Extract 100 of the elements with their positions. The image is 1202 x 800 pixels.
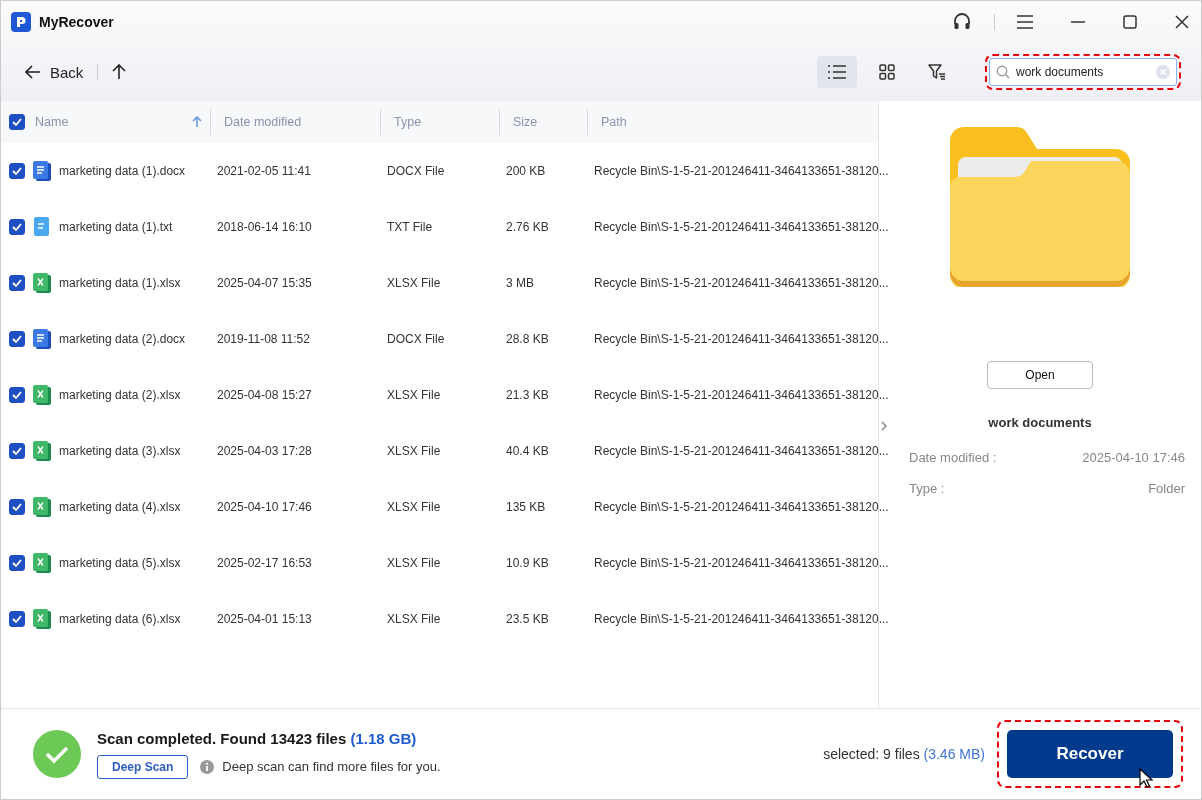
date-cell: 2025-04-03 17:28 bbox=[217, 444, 312, 458]
open-button[interactable]: Open bbox=[987, 361, 1093, 389]
detail-value: 2025-04-10 17:46 bbox=[1082, 450, 1185, 465]
type-cell: XLSX File bbox=[387, 444, 441, 458]
type-cell: DOCX File bbox=[387, 332, 445, 346]
date-cell: 2025-04-01 15:13 bbox=[217, 612, 312, 626]
view-toggle-button[interactable] bbox=[817, 56, 857, 88]
window-title: MyRecover bbox=[39, 14, 114, 30]
row-checkbox[interactable] bbox=[9, 499, 25, 515]
headset-icon[interactable] bbox=[952, 12, 972, 32]
chevron-right-icon[interactable] bbox=[881, 421, 887, 431]
arrow-left-icon bbox=[25, 65, 41, 79]
maximize-icon[interactable] bbox=[1123, 15, 1137, 29]
type-cell: XLSX File bbox=[387, 388, 441, 402]
folder-name: work documents bbox=[988, 415, 1092, 430]
date-cell: 2021-02-05 11:41 bbox=[217, 164, 311, 178]
path-cell: Recycle Bin\S-1-5-21-201246411-3464133651-38120... bbox=[594, 388, 889, 402]
file-name: marketing data (1).docx bbox=[59, 164, 186, 178]
checkmark-icon bbox=[12, 279, 22, 287]
close-icon[interactable] bbox=[1175, 15, 1189, 29]
row-checkbox[interactable] bbox=[9, 555, 25, 571]
size-cell: 21.3 KB bbox=[506, 388, 549, 402]
app-logo-icon bbox=[11, 12, 31, 32]
date-cell: 2025-04-07 15:35 bbox=[217, 276, 312, 290]
filter-icon bbox=[928, 64, 946, 80]
row-checkbox[interactable] bbox=[9, 387, 25, 403]
path-cell: Recycle Bin\S-1-5-21-201246411-3464133651-38120... bbox=[594, 332, 889, 346]
detail-label: Date modified : bbox=[909, 450, 997, 465]
date-cell: 2025-04-08 15:27 bbox=[217, 388, 312, 402]
list-icon bbox=[828, 65, 846, 79]
path-cell: Recycle Bin\S-1-5-21-201246411-3464133651-38120... bbox=[594, 276, 889, 290]
type-cell: XLSX File bbox=[387, 556, 441, 570]
path-cell: Recycle Bin\S-1-5-21-201246411-3464133651-38120... bbox=[594, 164, 889, 178]
type-cell: XLSX File bbox=[387, 276, 441, 290]
detail-value: Folder bbox=[1148, 481, 1185, 496]
file-name: marketing data (1).txt bbox=[59, 220, 173, 234]
row-checkbox[interactable] bbox=[9, 331, 25, 347]
file-name: marketing data (3).xlsx bbox=[59, 444, 181, 458]
checkmark-icon bbox=[12, 615, 22, 623]
type-cell: TXT File bbox=[387, 220, 433, 234]
size-cell: 23.5 KB bbox=[506, 612, 549, 626]
file-name: marketing data (2).xlsx bbox=[59, 388, 181, 402]
date-cell: 2019-11-08 11:52 bbox=[217, 332, 310, 346]
row-checkbox[interactable] bbox=[9, 275, 25, 291]
path-cell: Recycle Bin\S-1-5-21-201246411-3464133651-38120... bbox=[594, 612, 889, 626]
checkmark-icon bbox=[12, 391, 22, 399]
search-field[interactable]: work documents bbox=[989, 58, 1177, 86]
row-checkbox[interactable] bbox=[9, 219, 25, 235]
file-name: marketing data (6).xlsx bbox=[59, 612, 181, 626]
checkmark-icon bbox=[12, 447, 22, 455]
path-cell: Recycle Bin\S-1-5-21-201246411-3464133651-38120... bbox=[594, 220, 889, 234]
date-cell: 2018-06-14 16:10 bbox=[217, 220, 312, 234]
path-cell: Recycle Bin\S-1-5-21-201246411-3464133651-38120... bbox=[594, 556, 889, 570]
row-checkbox[interactable] bbox=[9, 611, 25, 627]
search-icon bbox=[996, 65, 1010, 79]
path-cell: Recycle Bin\S-1-5-21-201246411-3464133651-38120... bbox=[594, 500, 889, 514]
file-name: marketing data (4).xlsx bbox=[59, 500, 181, 514]
file-name: marketing data (2).docx bbox=[59, 332, 186, 346]
checkmark-icon bbox=[12, 167, 22, 175]
select-all-checkbox[interactable] bbox=[9, 114, 25, 130]
type-cell: DOCX File bbox=[387, 164, 445, 178]
size-cell: 2.76 KB bbox=[506, 220, 549, 234]
info-icon bbox=[200, 759, 215, 774]
selected-count: selected: 9 files (3.46 MB) bbox=[823, 746, 985, 762]
column-header[interactable]: Date modified bbox=[224, 115, 302, 129]
scan-status-text: Scan completed. Found 13423 files (1.18 GB) bbox=[97, 729, 418, 747]
column-header[interactable]: Type bbox=[394, 115, 422, 129]
checkmark-icon bbox=[12, 335, 22, 343]
deep-scan-button[interactable]: Deep Scan bbox=[97, 754, 189, 779]
date-cell: 2025-04-10 17:46 bbox=[217, 500, 312, 514]
grid-icon bbox=[879, 64, 895, 80]
recover-button[interactable]: Recover bbox=[1007, 730, 1173, 778]
type-cell: XLSX File bbox=[387, 612, 441, 626]
size-cell: 10.9 KB bbox=[506, 556, 549, 570]
checkmark-icon bbox=[12, 559, 22, 567]
row-checkbox[interactable] bbox=[9, 443, 25, 459]
checkmark-icon bbox=[12, 118, 22, 126]
size-cell: 40.4 KB bbox=[506, 444, 549, 458]
hint-text: Deep scan can find more files for you. bbox=[222, 759, 441, 774]
row-checkbox[interactable] bbox=[9, 163, 25, 179]
path-cell: Recycle Bin\S-1-5-21-201246411-3464133651-38120... bbox=[594, 444, 889, 458]
file-name: marketing data (1).xlsx bbox=[59, 276, 181, 290]
size-cell: 3 MB bbox=[506, 276, 534, 290]
detail-label: Type : bbox=[909, 481, 945, 496]
checkmark-icon bbox=[12, 503, 22, 511]
sort-arrow-icon[interactable] bbox=[192, 116, 202, 128]
check-circle-icon bbox=[33, 730, 81, 778]
date-cell: 2025-02-17 16:53 bbox=[217, 556, 312, 570]
menu-icon[interactable] bbox=[1017, 15, 1033, 29]
size-cell: 28.8 KB bbox=[506, 332, 549, 346]
checkmark-icon bbox=[12, 223, 22, 231]
size-cell: 200 KB bbox=[506, 164, 546, 178]
folder-icon bbox=[950, 127, 1130, 287]
type-cell: XLSX File bbox=[387, 500, 441, 514]
column-header[interactable]: Size bbox=[513, 115, 538, 129]
back-button[interactable]: Back bbox=[25, 63, 84, 81]
size-cell: 135 KB bbox=[506, 500, 546, 514]
file-name: marketing data (5).xlsx bbox=[59, 556, 181, 570]
mouse-pointer-icon bbox=[1139, 768, 1153, 788]
arrow-up-icon[interactable] bbox=[112, 64, 127, 80]
